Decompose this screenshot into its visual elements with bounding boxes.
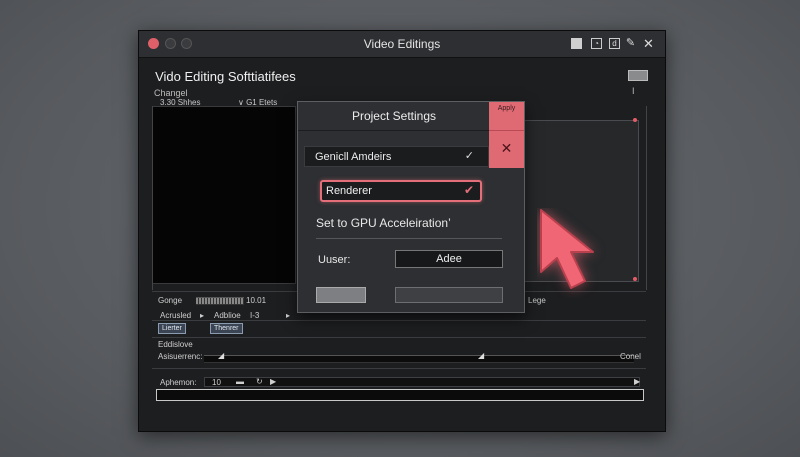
- end-arrow-icon[interactable]: ▶: [634, 377, 640, 386]
- row-divider: [152, 320, 646, 321]
- pencil-icon[interactable]: ✎: [625, 38, 636, 49]
- app-title: Vido Editing Softtiatifees: [154, 69, 296, 84]
- side-divider: [489, 130, 524, 131]
- panel-corner-marker: [633, 277, 637, 281]
- section-label: Eddislove: [158, 340, 193, 349]
- assistance-label: Asisuerrenc:: [158, 352, 203, 361]
- renderer-value: Renderer: [326, 185, 372, 197]
- preview-label-a: 3.30 Shhes: [160, 98, 201, 107]
- dialog-button-primary[interactable]: [316, 287, 366, 303]
- window-title: Video Editings: [363, 37, 441, 51]
- row2-arrow2-icon[interactable]: ▸: [286, 311, 290, 320]
- menu-marker: I: [632, 86, 635, 96]
- menu-label[interactable]: Changel: [154, 88, 188, 98]
- dropdown-value: Genicll Amdeirs: [315, 151, 392, 163]
- user-label: Uuser:: [318, 254, 351, 266]
- gonge-meter[interactable]: [196, 297, 244, 305]
- close-icon[interactable]: ✕: [489, 140, 524, 157]
- apply-button[interactable]: Apply: [489, 105, 524, 112]
- divider: [646, 106, 647, 290]
- preview-panel-left: [152, 106, 296, 284]
- divider: [152, 106, 153, 290]
- aphemon-label: Aphemon:: [160, 378, 197, 387]
- row-divider: [152, 368, 646, 369]
- document-icon[interactable]: d: [609, 38, 620, 49]
- tag-thenrer[interactable]: Thenrer: [210, 323, 243, 334]
- project-settings-dialog: Project Settings Apply ✕ Genicll Amdeirs…: [297, 101, 525, 313]
- dialog-divider: [316, 238, 502, 239]
- dash-icon[interactable]: ▬: [236, 377, 244, 386]
- capture-icon[interactable]: ◔: [591, 38, 602, 49]
- close-icon[interactable]: ✕: [643, 37, 654, 50]
- aphemon-value: 10: [212, 378, 221, 387]
- user-field[interactable]: Adee: [395, 250, 503, 268]
- play-icon[interactable]: ▶: [270, 377, 276, 386]
- renderer-field[interactable]: Renderer ✔: [320, 180, 482, 202]
- settings-dropdown[interactable]: Genicll Amdeirs ✓: [304, 146, 489, 167]
- row2-label-c: I-3: [250, 311, 260, 320]
- panel-toggle-button[interactable]: [628, 70, 648, 81]
- gonge-label: Gonge: [158, 296, 183, 305]
- slider-handle-icon[interactable]: ◢: [478, 351, 484, 360]
- preview-label-b[interactable]: ∨ G1 Etets: [238, 98, 277, 107]
- gpu-setting-text: Set to GPU Acceleiration’: [316, 216, 451, 230]
- dialog-title: Project Settings: [351, 109, 437, 123]
- row2-arrow-icon[interactable]: ▸: [200, 311, 204, 320]
- slider-handle-icon[interactable]: ◢: [218, 351, 224, 360]
- row2-label-b: Adblioe: [214, 311, 241, 320]
- dialog-button-secondary[interactable]: [395, 287, 503, 303]
- gonge-value: 10.01: [246, 296, 267, 305]
- title-bar: Video Editings ◔ d ✎ ✕: [139, 31, 665, 58]
- pointer-cursor-icon: [540, 209, 594, 289]
- assistance-right-label: Conel: [620, 352, 641, 361]
- tag-lierter[interactable]: Lierter: [158, 323, 186, 334]
- refresh-icon[interactable]: ↻: [256, 377, 263, 386]
- timeline-bar[interactable]: [156, 389, 644, 401]
- checkmark-icon: ✔: [463, 183, 474, 197]
- panel-corner-marker: [633, 118, 637, 122]
- row2-label-a: Acrusled: [160, 311, 192, 320]
- chevron-down-icon[interactable]: ✓: [465, 149, 474, 162]
- row-divider: [152, 337, 646, 338]
- square-icon[interactable]: [571, 38, 582, 49]
- assistance-slider[interactable]: [204, 355, 634, 363]
